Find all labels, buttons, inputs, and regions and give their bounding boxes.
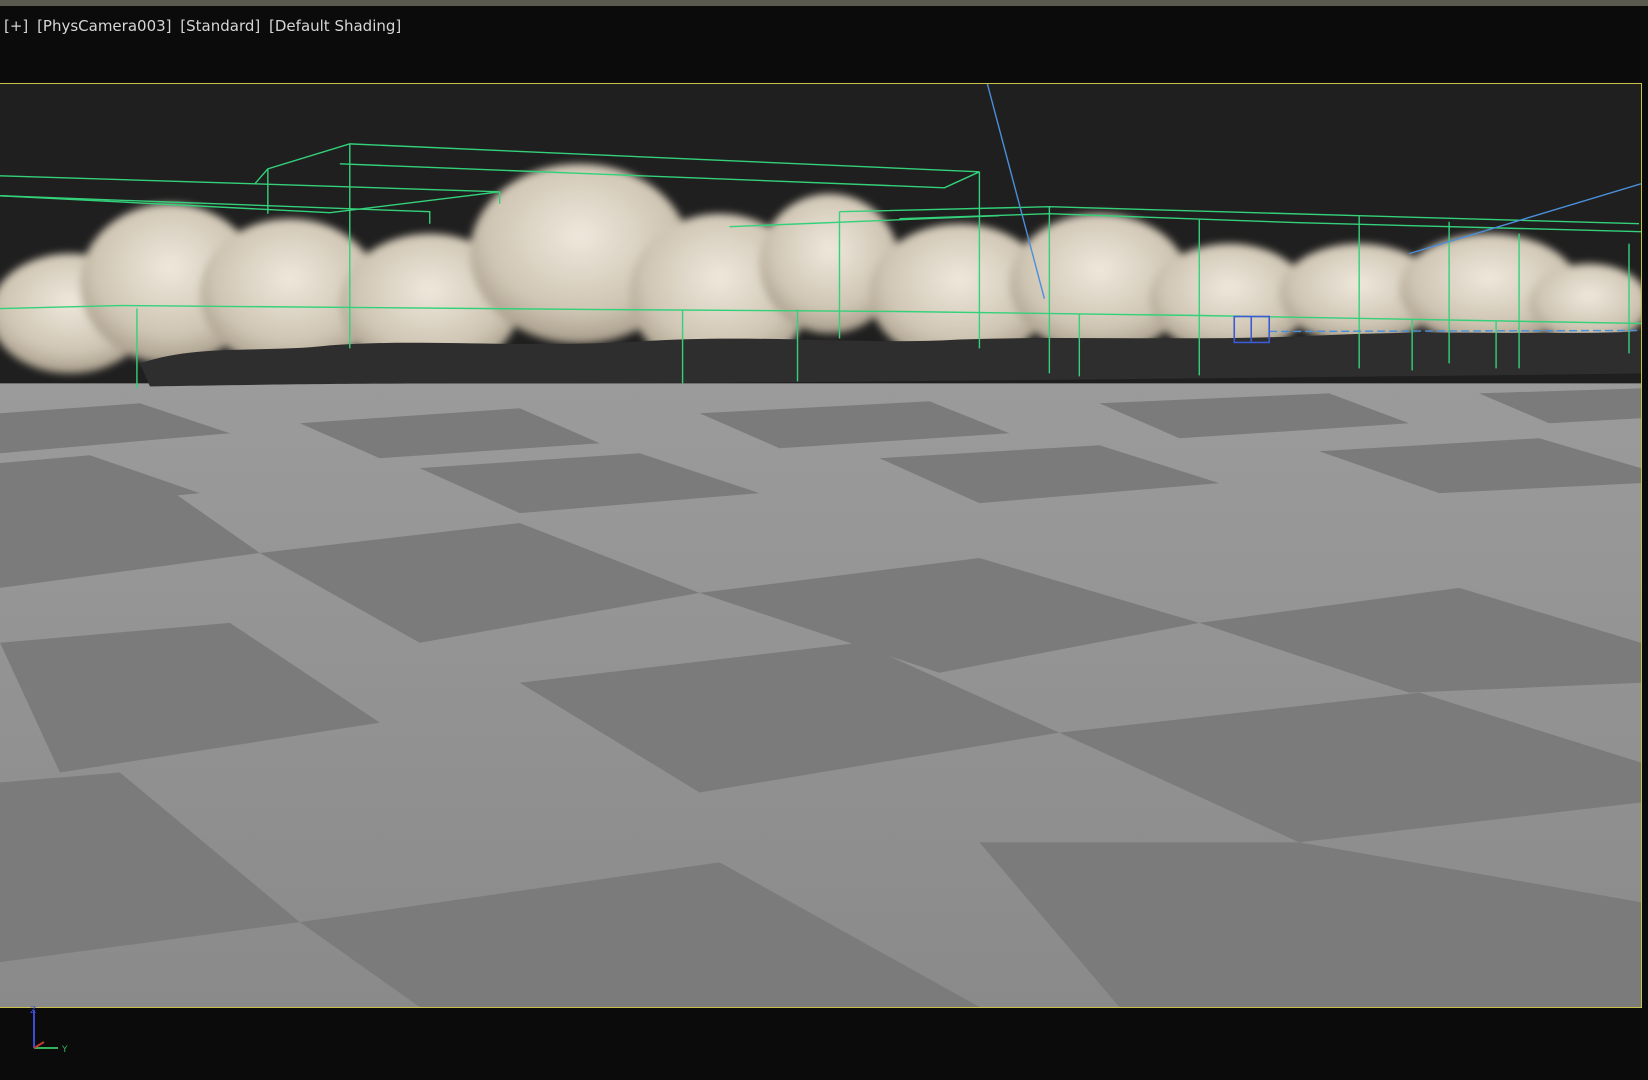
viewport-general-menu[interactable]: [+] xyxy=(4,17,28,35)
axis-y-label: Y xyxy=(61,1045,68,1054)
checker-floor xyxy=(0,383,1641,1007)
axis-z-label: Z xyxy=(30,1006,36,1016)
viewport-scene[interactable] xyxy=(0,84,1641,1007)
safe-frame xyxy=(0,83,1642,1008)
axis-tripod-icon: Z Y xyxy=(30,1006,68,1054)
viewport-label-menu[interactable]: [+] [PhysCamera003] [Standard] [Default … xyxy=(4,17,401,35)
viewport-top-border xyxy=(0,0,1648,6)
viewport-point-of-view-menu[interactable]: [PhysCamera003] xyxy=(37,17,171,35)
camera-viewport[interactable]: [+] [PhysCamera003] [Standard] [Default … xyxy=(0,0,1648,1080)
viewport-shading-standard-menu[interactable]: [Standard] xyxy=(180,17,260,35)
viewport-shading-mode-menu[interactable]: [Default Shading] xyxy=(269,17,401,35)
